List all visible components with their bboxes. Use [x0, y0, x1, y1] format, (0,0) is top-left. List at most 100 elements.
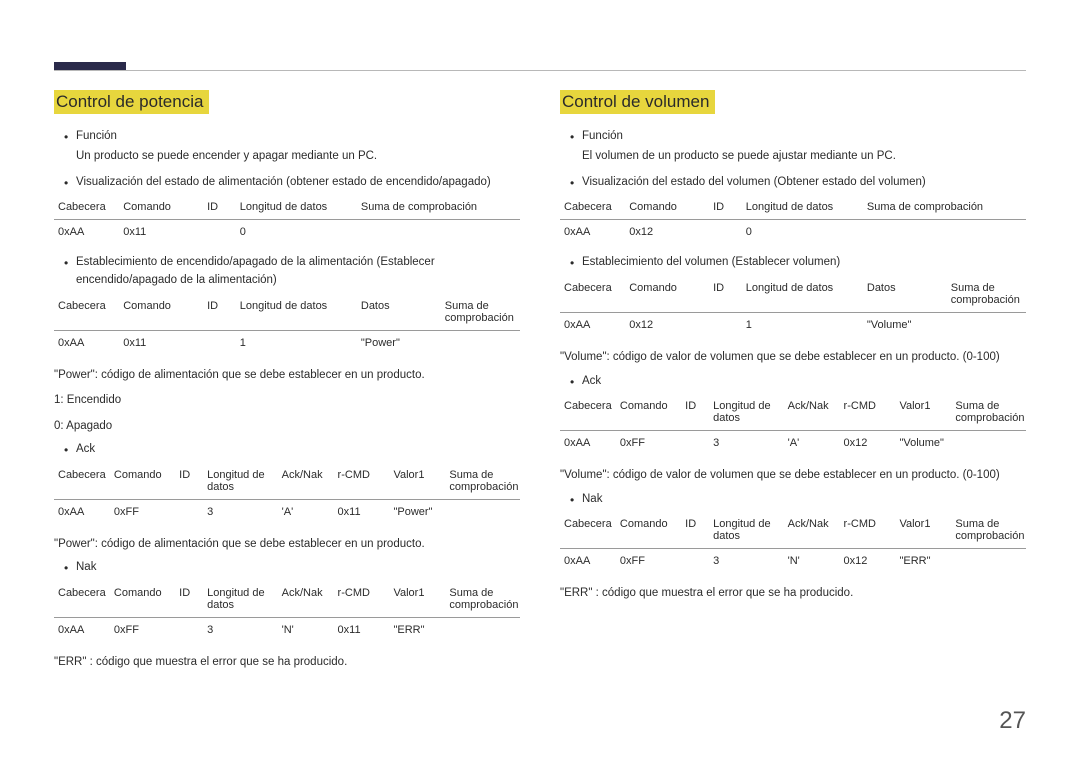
th: Datos — [863, 278, 947, 313]
th: Cabecera — [54, 583, 110, 618]
th: Ack/Nak — [278, 465, 334, 500]
bullet-viz-right: Visualización del estado del volumen (Ob… — [560, 174, 1026, 192]
th: Ack/Nak — [278, 583, 334, 618]
th: Suma de comprobación — [951, 396, 1026, 431]
th: Comando — [616, 396, 681, 431]
th: Suma de comprobación — [445, 465, 520, 500]
td: "ERR" — [895, 549, 951, 574]
th: Cabecera — [560, 514, 616, 549]
td: 0xAA — [54, 617, 110, 642]
td: 'A' — [784, 431, 840, 456]
td: 0x12 — [840, 431, 896, 456]
th: Cabecera — [560, 396, 616, 431]
section-title-left: Control de potencia — [54, 90, 209, 114]
err-desc-left: "ERR" : código que muestra el error que … — [54, 652, 520, 673]
table-right-2: Cabecera Comando ID Longitud de datos Da… — [560, 278, 1026, 337]
td: 3 — [709, 549, 784, 574]
th: Comando — [625, 197, 709, 220]
td — [445, 617, 520, 642]
th: r-CMD — [334, 583, 390, 618]
th: Cabecera — [560, 197, 625, 220]
td: 'N' — [784, 549, 840, 574]
td: 0x11 — [334, 617, 390, 642]
th: Comando — [110, 583, 175, 618]
th: Datos — [357, 296, 441, 331]
th: Cabecera — [54, 465, 110, 500]
th: Valor1 — [895, 396, 951, 431]
td: 1 — [236, 331, 357, 356]
bullet-ack-right: Ack — [560, 373, 1026, 391]
table-left-1: Cabecera Comando ID Longitud de datos Su… — [54, 197, 520, 244]
th: ID — [175, 465, 203, 500]
bullet-funcion-left: Función — [54, 128, 520, 146]
table-left-2: Cabecera Comando ID Longitud de datos Da… — [54, 296, 520, 355]
horizontal-rule — [54, 70, 1026, 71]
td: 0x12 — [625, 220, 709, 245]
td: 0xFF — [110, 617, 175, 642]
bullet-ack-left: Ack — [54, 441, 520, 459]
td: 0xFF — [110, 499, 175, 524]
td: "Volume" — [863, 313, 947, 338]
th: Suma de comprobación — [863, 197, 1026, 220]
td: 3 — [203, 499, 278, 524]
th: ID — [175, 583, 203, 618]
td: 0xAA — [560, 313, 625, 338]
th: Ack/Nak — [784, 396, 840, 431]
th: Longitud de datos — [236, 197, 357, 220]
table-right-1: Cabecera Comando ID Longitud de datos Su… — [560, 197, 1026, 244]
td — [445, 499, 520, 524]
td — [175, 499, 203, 524]
th: Comando — [625, 278, 709, 313]
td: 0 — [742, 220, 863, 245]
bullet-viz-left: Visualización del estado de alimentación… — [54, 174, 520, 192]
bullet-nak-left: Nak — [54, 559, 520, 577]
td: 1 — [742, 313, 863, 338]
th: r-CMD — [840, 396, 896, 431]
code-desc-right: "Volume": código de valor de volumen que… — [560, 347, 1026, 368]
th: Longitud de datos — [203, 465, 278, 500]
td: 0 — [236, 220, 357, 245]
th: Ack/Nak — [784, 514, 840, 549]
td: 0x12 — [840, 549, 896, 574]
th: Valor1 — [389, 583, 445, 618]
td: 0xAA — [54, 220, 119, 245]
val0-left: 0: Apagado — [54, 416, 520, 437]
td — [951, 431, 1026, 456]
th: Suma de comprobación — [947, 278, 1026, 313]
th: Suma de comprobación — [441, 296, 520, 331]
td: "Power" — [357, 331, 441, 356]
funcion-desc-left: Un producto se puede encender y apagar m… — [54, 148, 520, 166]
td: 0x11 — [334, 499, 390, 524]
th: Comando — [616, 514, 681, 549]
code-desc2-left: "Power": código de alimentación que se d… — [54, 534, 520, 555]
td: 0xAA — [54, 499, 110, 524]
td — [203, 220, 236, 245]
th: Suma de comprobación — [357, 197, 520, 220]
th: Cabecera — [54, 197, 119, 220]
th: Longitud de datos — [709, 396, 784, 431]
td: 0xAA — [560, 549, 616, 574]
section-title-right: Control de volumen — [560, 90, 715, 114]
td: 0xAA — [560, 220, 625, 245]
right-column: Control de volumen Función El volumen de… — [560, 90, 1026, 677]
td — [681, 549, 709, 574]
left-column: Control de potencia Función Un producto … — [54, 90, 520, 677]
td: 3 — [709, 431, 784, 456]
th: Longitud de datos — [236, 296, 357, 331]
td — [357, 220, 520, 245]
td: 0x12 — [625, 313, 709, 338]
th: ID — [709, 197, 742, 220]
table-left-3: Cabecera Comando ID Longitud de datos Ac… — [54, 465, 520, 524]
td: 0xAA — [560, 431, 616, 456]
th: Suma de comprobación — [445, 583, 520, 618]
th: Comando — [119, 197, 203, 220]
th: Comando — [110, 465, 175, 500]
th: ID — [681, 396, 709, 431]
th: Valor1 — [389, 465, 445, 500]
th: Cabecera — [54, 296, 119, 331]
td — [175, 617, 203, 642]
th: ID — [681, 514, 709, 549]
td — [441, 331, 520, 356]
th: Longitud de datos — [742, 278, 863, 313]
td — [203, 331, 236, 356]
